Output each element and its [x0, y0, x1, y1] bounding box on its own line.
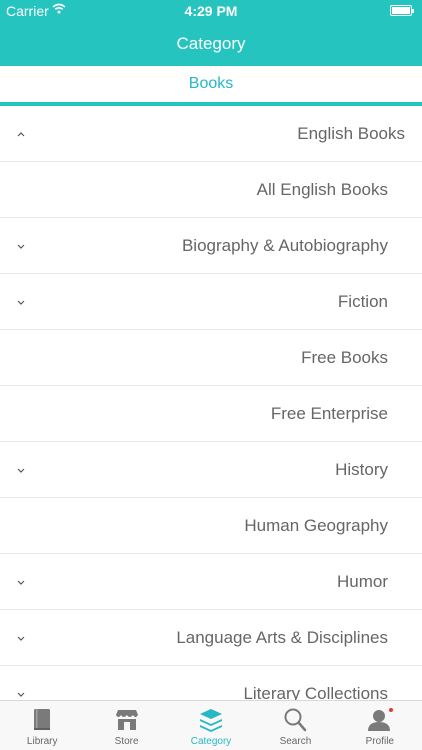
category-row[interactable]: Language Arts & Disciplines	[0, 610, 422, 666]
segment-books[interactable]: Books	[0, 66, 422, 106]
tab-label: Store	[114, 736, 139, 747]
category-label: Free Books	[301, 348, 388, 367]
chevron-down-icon[interactable]	[14, 274, 28, 330]
book-icon	[28, 706, 56, 734]
category-row[interactable]: Biography & Autobiography	[0, 218, 422, 274]
search-icon	[281, 706, 309, 734]
category-label: Humor	[336, 572, 388, 591]
tab-label: Profile	[365, 736, 394, 747]
tab-bar: Library Store Category Search Profile	[0, 700, 422, 750]
category-row[interactable]: Free Books	[0, 330, 422, 386]
category-label: Literary Collections	[243, 684, 388, 700]
category-label: Language Arts & Disciplines	[176, 628, 388, 647]
tab-library[interactable]: Library	[0, 701, 84, 750]
category-list[interactable]: English Books All English Books Biograph…	[0, 106, 422, 700]
category-row[interactable]: Fiction	[0, 274, 422, 330]
page-title: Category	[176, 34, 246, 53]
category-row[interactable]: History	[0, 442, 422, 498]
category-label: English Books	[297, 124, 405, 143]
category-row[interactable]: Human Geography	[0, 498, 422, 554]
category-label: Human Geography	[244, 516, 388, 535]
tab-store[interactable]: Store	[84, 701, 168, 750]
layers-icon	[197, 706, 225, 734]
chevron-down-icon[interactable]	[14, 610, 28, 666]
category-row[interactable]: All English Books	[0, 162, 422, 218]
category-label: Fiction	[337, 292, 388, 311]
category-label: All English Books	[256, 180, 388, 199]
category-label: Biography & Autobiography	[181, 236, 388, 255]
chevron-down-icon[interactable]	[14, 442, 28, 498]
chevron-down-icon[interactable]	[14, 218, 28, 274]
profile-icon	[366, 706, 394, 734]
notification-badge-icon	[388, 708, 393, 712]
nav-bar: Category	[0, 22, 422, 66]
chevron-down-icon[interactable]	[14, 554, 28, 610]
tab-search[interactable]: Search	[253, 701, 337, 750]
battery-icon	[390, 5, 414, 16]
status-bar: Carrier 4:29 PM	[0, 0, 422, 22]
tab-label: Library	[26, 736, 58, 747]
category-row[interactable]: Humor	[0, 554, 422, 610]
tab-label: Category	[190, 736, 232, 747]
segment-label: Books	[188, 75, 234, 92]
category-label: History	[335, 460, 388, 479]
tab-profile[interactable]: Profile	[338, 701, 422, 750]
tab-label: Search	[279, 736, 312, 747]
status-time: 4:29 PM	[184, 3, 238, 19]
category-row[interactable]: Free Enterprise	[0, 386, 422, 442]
category-label: Free Enterprise	[270, 404, 388, 423]
tab-category[interactable]: Category	[169, 701, 253, 750]
chevron-down-icon[interactable]	[14, 666, 28, 700]
category-row[interactable]: English Books	[0, 106, 422, 162]
chevron-up-icon[interactable]	[14, 106, 28, 162]
category-row[interactable]: Literary Collections	[0, 666, 422, 700]
store-icon	[113, 706, 141, 734]
